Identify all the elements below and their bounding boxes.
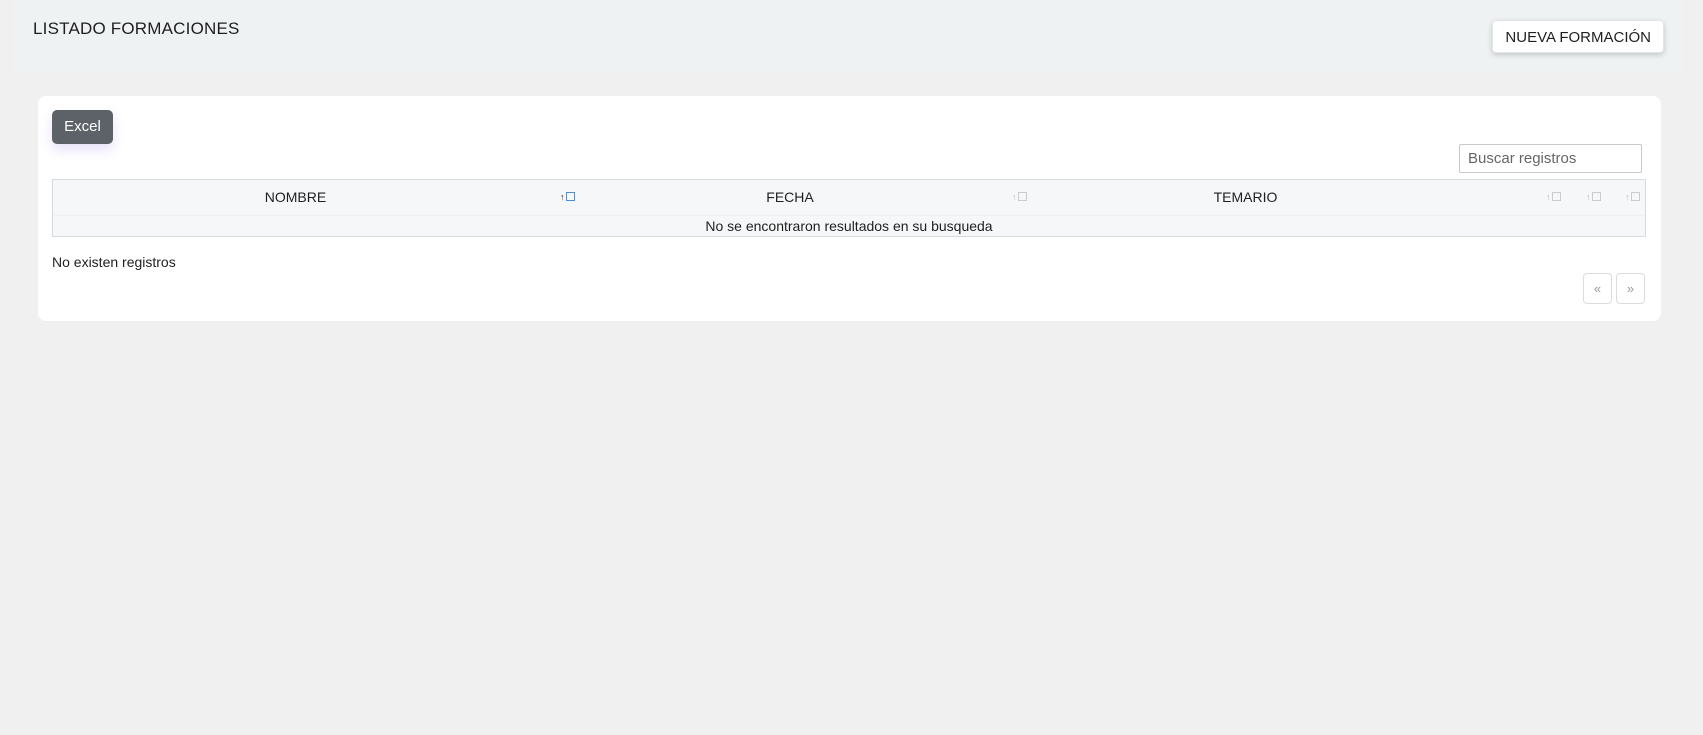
excel-export-button[interactable]: Excel [52,110,113,144]
list-card: Excel NOMBRE ↑ FECHA ↑ TEMARIO ↑ ↑ ↑ No … [38,96,1661,321]
page-header: LISTADO FORMACIONES NUEVA FORMACIÓN [14,0,1682,73]
sort-icon-temario[interactable]: ↑ [1546,191,1561,203]
pagination-next-button[interactable]: » [1616,273,1645,304]
new-formacion-button[interactable]: NUEVA FORMACIÓN [1492,20,1664,53]
table-header: NOMBRE ↑ FECHA ↑ TEMARIO ↑ ↑ ↑ [53,180,1645,216]
sort-icon-column-5[interactable]: ↑ [1625,191,1640,203]
search-input[interactable] [1459,144,1642,173]
page-title: LISTADO FORMACIONES [33,19,240,38]
column-header-temario[interactable]: TEMARIO [1053,180,1438,215]
records-info: No existen registros [52,254,176,270]
sort-icon-column-4[interactable]: ↑ [1586,191,1601,203]
empty-results-row: No se encontraron resultados en su busqu… [705,218,993,234]
sort-icon-fecha[interactable]: ↑ [1012,191,1027,203]
column-header-fecha[interactable]: FECHA [600,180,980,215]
data-table: NOMBRE ↑ FECHA ↑ TEMARIO ↑ ↑ ↑ No se enc… [52,179,1646,237]
pagination-previous-button[interactable]: « [1583,273,1612,304]
column-header-nombre[interactable]: NOMBRE [53,180,538,215]
sort-icon-nombre[interactable]: ↑ [560,191,575,203]
